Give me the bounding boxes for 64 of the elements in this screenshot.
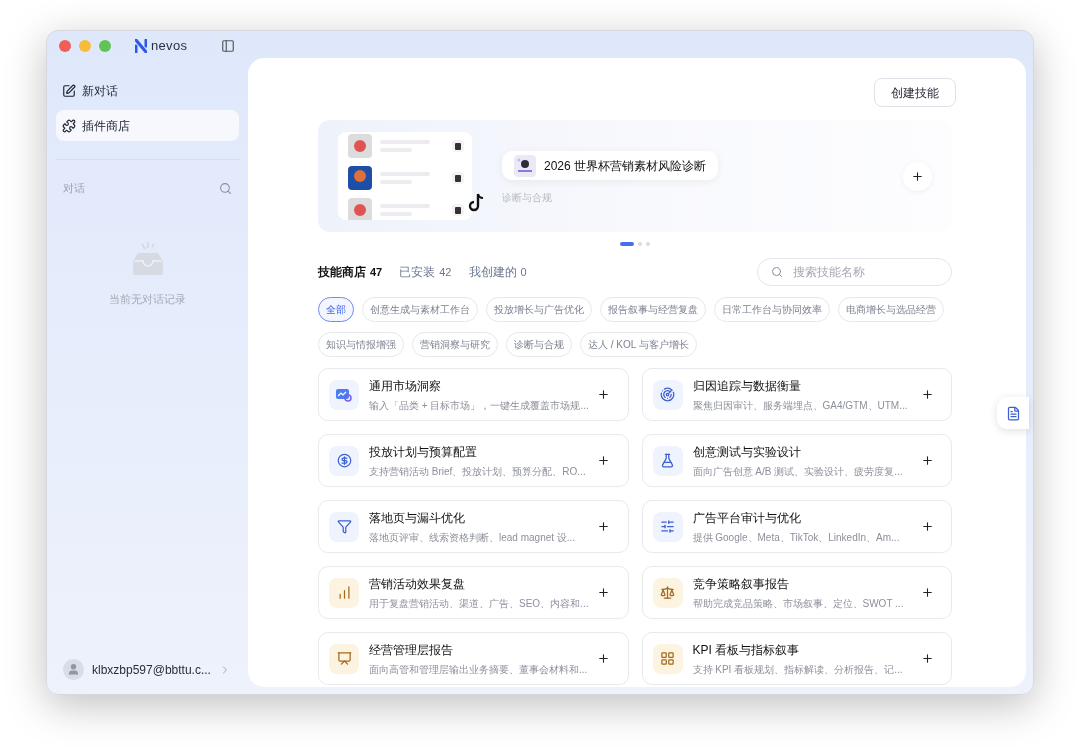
plus-icon [597, 388, 610, 401]
plus-icon [920, 454, 934, 467]
search-icon [771, 266, 783, 278]
skill-card[interactable]: 落地页与漏斗优化 落地页评审、线索资格判断、lead magnet 设... [318, 500, 629, 553]
plus-icon [920, 586, 934, 599]
skill-title: KPI 看板与指标叙事 [692, 641, 801, 659]
skill-title: 归因追踪与数据衡量 [692, 377, 802, 395]
skill-title: 通用市场洞察 [369, 377, 442, 395]
plus-icon [920, 652, 934, 665]
skill-title: 竞争策略叙事报告 [692, 575, 790, 593]
skill-description: 帮助完成竞品策略、市场叙事、定位、SWOT ... [692, 596, 904, 611]
skill-title: 创意测试与实验设计 [692, 443, 802, 461]
puzzle-icon [62, 118, 76, 133]
search-field[interactable]: 搜索技能名称 [757, 258, 952, 286]
create-skill-button[interactable]: 创建技能 [874, 78, 956, 107]
skill-card[interactable]: 广告平台审计与优化 提供 Google、Meta、TikTok、LinkedIn、Am... [641, 500, 952, 553]
plus-icon [920, 388, 934, 401]
empty-inbox-icon [130, 240, 165, 277]
skill-title: 投放计划与预算配置 [369, 443, 478, 461]
plus-icon [597, 520, 610, 533]
skill-description: 输入「品类 + 目标市场」，一键生成覆盖市场规... [369, 398, 589, 413]
skill-card[interactable]: 通用市场洞察 输入「品类 + 目标市场」，一键生成覆盖市场规... [318, 368, 629, 421]
skill-card[interactable]: 经营管理层报告 面向高管和管理层输出业务摘要、董事会材料和... [318, 632, 629, 685]
app-logo: nevos [151, 37, 188, 56]
edit-icon [62, 83, 76, 98]
document-icon [1005, 405, 1021, 421]
plus-icon [597, 454, 610, 467]
sidebar-item[interactable]: 新对话 [56, 75, 239, 106]
logo-icon [135, 39, 147, 53]
skill-card[interactable]: 营销活动效果复盘 用于复盘营销活动、渠道、广告、SEO、内容和... [318, 566, 629, 619]
sidebar-toggle-icon[interactable] [221, 39, 236, 53]
plus-icon [597, 586, 610, 599]
skill-card[interactable]: KPI 看板与指标叙事 支持 KPI 看板规划、指标解读、分析报告、记... [641, 632, 952, 685]
skill-description: 面向广告创意 A/B 测试、实验设计、疲劳度复... [692, 464, 903, 479]
banner-title: 2026 世界杯营销素材风险诊断 [544, 157, 707, 175]
skill-card[interactable]: 竞争策略叙事报告 帮助完成竞品策略、市场叙事、定位、SWOT ... [641, 566, 952, 619]
store-tab[interactable]: 技能商店 47 [318, 263, 383, 281]
category-chip[interactable]: 全部 [318, 297, 354, 322]
skill-title: 广告平台审计与优化 [692, 509, 802, 527]
skill-title: 营销活动效果复盘 [369, 575, 466, 593]
document-button[interactable] [997, 397, 1029, 429]
skill-description: 聚焦归因审计、服务端埋点、GA4/GTM、UTM... [692, 398, 908, 413]
skill-description: 面向高管和管理层输出业务摘要、董事会材料和... [369, 662, 588, 677]
skill-card[interactable]: 创意测试与实验设计 面向广告创意 A/B 测试、实验设计、疲劳度复... [641, 434, 952, 487]
section-label: 对话 [63, 181, 85, 196]
plus-icon [920, 520, 934, 533]
skill-title: 经营管理层报告 [369, 641, 454, 659]
close-button[interactable] [59, 40, 71, 52]
skill-title: 落地页与漏斗优化 [369, 509, 466, 527]
skill-description: 落地页评审、线索资格判断、lead magnet 设... [369, 530, 576, 545]
skill-description: 用于复盘营销活动、渠道、广告、SEO、内容和... [369, 596, 589, 611]
user-email[interactable]: klbxzbp597@bbttu.c... [92, 660, 211, 679]
skill-description: 支持营销活动 Brief、投放计划、预算分配、RO... [369, 464, 586, 479]
sidebar-item[interactable]: 插件商店 [56, 110, 239, 141]
avatar-icon[interactable] [63, 659, 84, 680]
skill-description: 支持 KPI 看板规划、指标解读、分析报告、记... [692, 662, 903, 677]
store-tab[interactable]: 我创建的 0 [468, 263, 527, 281]
empty-state-text: 当前无对话记录 [109, 291, 186, 307]
plus-icon [911, 169, 924, 183]
plus-icon [597, 652, 610, 665]
store-tab[interactable]: 已安装 42 [399, 263, 452, 281]
skill-description: 提供 Google、Meta、TikTok、LinkedIn、Am... [692, 530, 900, 545]
skill-card[interactable]: 投放计划与预算配置 支持营销活动 Brief、投放计划、预算分配、RO... [318, 434, 629, 487]
skill-card[interactable]: 归因追踪与数据衡量 聚焦归因审计、服务端埋点、GA4/GTM、UTM... [641, 368, 952, 421]
